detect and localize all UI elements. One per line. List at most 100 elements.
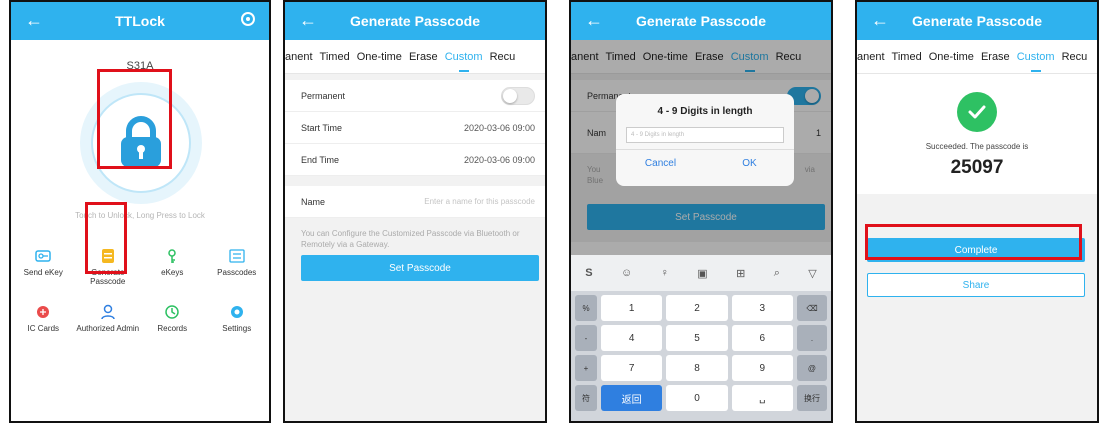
name-row: Name Enter a name for this passcode: [285, 186, 545, 218]
back-arrow-icon[interactable]: ←: [25, 10, 43, 31]
key[interactable]: 5: [666, 325, 728, 351]
name-input[interactable]: Enter a name for this passcode: [424, 197, 535, 206]
sogou-icon[interactable]: S: [585, 267, 592, 279]
tab-recurring[interactable]: Recu: [1062, 51, 1088, 63]
tab-timed[interactable]: Timed: [320, 51, 350, 63]
emoji-icon[interactable]: ☺: [621, 267, 632, 279]
key[interactable]: 1: [601, 295, 663, 321]
top-bar: ← Generate Passcode: [857, 2, 1097, 40]
start-time-row[interactable]: Start Time 2020-03-06 09:00: [285, 112, 545, 144]
set-passcode-button[interactable]: Set Passcode: [301, 255, 539, 281]
spacer: [285, 176, 545, 186]
key[interactable]: %: [575, 295, 597, 321]
menu-records[interactable]: Records: [140, 304, 205, 350]
menu-ic-cards[interactable]: IC Cards: [11, 304, 76, 350]
tab-erase[interactable]: Erase: [409, 51, 438, 63]
passcode-type-tabs: anent Timed One-time Erase Custom Recu: [285, 40, 545, 74]
cancel-button[interactable]: Cancel: [616, 158, 705, 169]
menu-label: IC Cards: [27, 324, 60, 333]
keyboard-toolbar: S ☺ ♀ ▣ ⊞ ⌕ ▽: [571, 255, 831, 291]
menu-settings[interactable]: Settings: [205, 304, 270, 350]
newline-key[interactable]: 换行: [796, 385, 827, 411]
passcode-type-tabs: anent Timed One-time Erase Custom Recu: [857, 40, 1097, 74]
collapse-keyboard-icon[interactable]: ▽: [808, 267, 816, 280]
back-arrow-icon[interactable]: ←: [585, 10, 603, 31]
key[interactable]: +: [575, 355, 597, 381]
tab-permanent[interactable]: anent: [857, 51, 885, 63]
menu-label: Settings: [222, 324, 252, 333]
passcode-input[interactable]: 4 - 9 Digits in length: [626, 127, 784, 143]
start-time-value: 2020-03-06 09:00: [463, 122, 535, 133]
permanent-toggle[interactable]: [501, 86, 535, 105]
symbols-key[interactable]: 符: [575, 385, 597, 411]
back-arrow-icon[interactable]: ←: [871, 10, 889, 31]
tab-timed[interactable]: Timed: [892, 51, 922, 63]
start-time-label: Start Time: [301, 122, 343, 133]
dialog-buttons: Cancel OK: [616, 149, 794, 177]
tab-recurring[interactable]: Recu: [490, 51, 516, 63]
permanent-row: Permanent: [285, 80, 545, 112]
top-bar: ← Generate Passcode: [571, 2, 831, 40]
key[interactable]: .: [796, 325, 827, 351]
key[interactable]: 2: [666, 295, 728, 321]
screen-title: Generate Passcode: [636, 13, 766, 29]
custom-passcode-dialog-screen: ← Generate Passcode anent Timed One-time…: [569, 0, 833, 423]
space-key[interactable]: ␣: [731, 385, 793, 411]
authorized-admin-icon: [100, 304, 116, 320]
menu-authorized-admin[interactable]: Authorized Admin: [76, 304, 141, 350]
menu-label: Authorized Admin: [76, 324, 140, 333]
menu-label: Records: [157, 324, 188, 333]
menu-grid: Send eKey Generate Passcode eKeys Passco…: [11, 248, 269, 350]
passcode-value: 25097: [950, 157, 1004, 178]
end-time-row[interactable]: End Time 2020-03-06 09:00: [285, 144, 545, 176]
key[interactable]: 8: [666, 355, 728, 381]
tab-one-time[interactable]: One-time: [929, 51, 974, 63]
screen-title: Generate Passcode: [350, 13, 480, 29]
tab-permanent[interactable]: anent: [285, 51, 313, 63]
share-button[interactable]: Share: [867, 273, 1085, 297]
grid-icon[interactable]: ⊞: [736, 267, 745, 280]
menu-label: eKeys: [161, 268, 184, 277]
key[interactable]: @: [796, 355, 827, 381]
back-arrow-icon[interactable]: ←: [299, 10, 317, 31]
search-icon[interactable]: ⌕: [774, 267, 780, 280]
backspace-key[interactable]: ⌫: [796, 295, 827, 321]
key[interactable]: 6: [731, 325, 793, 351]
success-text: Succeeded. The passcode is: [925, 142, 1029, 151]
top-bar: ← Generate Passcode: [285, 2, 545, 40]
menu-label: Passcodes: [217, 268, 257, 277]
tab-custom[interactable]: Custom: [445, 51, 483, 72]
menu-send-ekey[interactable]: Send eKey: [11, 248, 76, 294]
success-panel: Succeeded. The passcode is 25097: [857, 74, 1097, 194]
key[interactable]: 0: [666, 385, 728, 411]
key[interactable]: 7: [601, 355, 663, 381]
tab-custom[interactable]: Custom: [1017, 51, 1055, 72]
passcode-dialog: 4 - 9 Digits in length 4 - 9 Digits in l…: [616, 94, 794, 186]
ic-cards-icon: [35, 304, 51, 320]
name-label: Name: [301, 196, 326, 207]
key[interactable]: -: [575, 325, 597, 351]
menu-ekeys[interactable]: eKeys: [140, 248, 205, 294]
key[interactable]: 9: [731, 355, 793, 381]
menu-passcodes[interactable]: Passcodes: [205, 248, 270, 294]
key[interactable]: 3: [731, 295, 793, 321]
highlight-complete: [865, 224, 1082, 260]
clipboard-icon[interactable]: ▣: [697, 267, 707, 280]
ekeys-icon: [164, 248, 180, 264]
dialog-title: 4 - 9 Digits in length: [657, 106, 753, 117]
tab-one-time[interactable]: One-time: [357, 51, 402, 63]
passcode-success-screen: ← Generate Passcode anent Timed One-time…: [855, 0, 1099, 423]
return-key[interactable]: 返回: [601, 385, 663, 411]
end-time-value: 2020-03-06 09:00: [463, 154, 535, 165]
ok-button[interactable]: OK: [705, 158, 794, 169]
generate-passcode-screen: ← Generate Passcode anent Timed One-time…: [283, 0, 547, 423]
app-title: TTLock: [115, 13, 165, 29]
key[interactable]: 4: [601, 325, 663, 351]
microphone-icon[interactable]: ♀: [661, 267, 669, 279]
top-bar: ← TTLock: [11, 2, 269, 40]
tab-erase[interactable]: Erase: [981, 51, 1010, 63]
screen-title: Generate Passcode: [912, 13, 1042, 29]
records-icon: [164, 304, 180, 320]
highlight-lock: [97, 69, 172, 169]
settings-circle-icon[interactable]: [241, 12, 255, 26]
